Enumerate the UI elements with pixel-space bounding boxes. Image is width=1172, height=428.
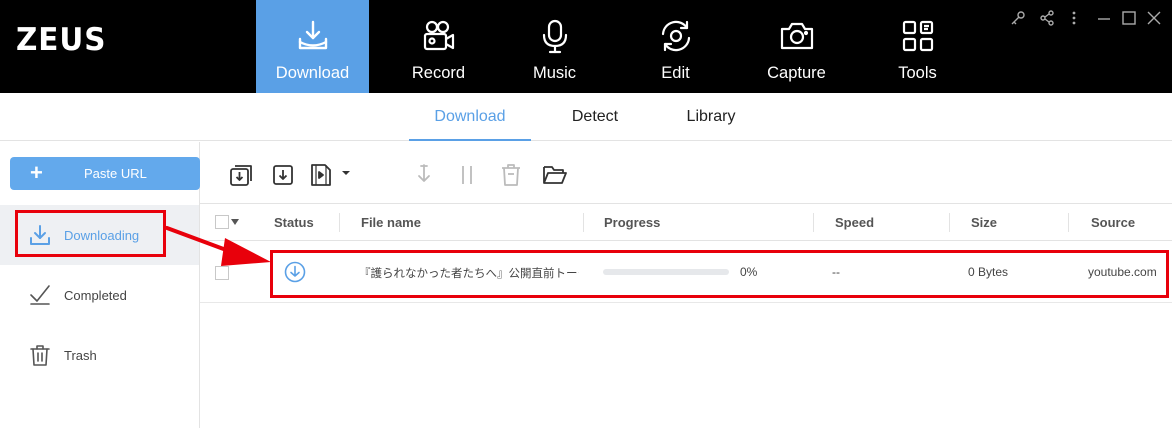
downloading-status-icon: [284, 261, 306, 283]
nav-tab-label: Capture: [767, 64, 826, 82]
progress-bar: [603, 269, 729, 275]
sidebar-item-trash[interactable]: Trash: [0, 325, 199, 385]
progress-percent: 0%: [740, 265, 758, 279]
resume-button[interactable]: [411, 162, 437, 188]
refresh-edit-icon: [661, 20, 690, 52]
size-cell: 0 Bytes: [968, 265, 1009, 279]
download-tray-icon: [298, 20, 327, 50]
share-icon: [1040, 10, 1054, 26]
maximize-button[interactable]: [1121, 10, 1137, 26]
nav-tab-tools[interactable]: Tools: [861, 0, 974, 93]
speed-cell: --: [832, 265, 840, 279]
sidebar-item-completed[interactable]: Completed: [0, 265, 199, 325]
table-header: Status File name Progress Speed Size Sou…: [200, 204, 1172, 241]
maximize-icon: [1122, 11, 1136, 25]
paste-url-button[interactable]: + Paste URL: [10, 157, 200, 190]
folder-open-icon: [543, 166, 567, 184]
nav-tab-label: Tools: [898, 64, 937, 82]
download-icon: [30, 225, 50, 245]
top-bar: ZEUS Download Record Music Edit Capture …: [0, 0, 1172, 93]
nav-tab-record[interactable]: Record: [382, 0, 495, 93]
column-divider: [1068, 213, 1069, 232]
delete-button[interactable]: [498, 162, 524, 188]
nav-tab-edit[interactable]: Edit: [619, 0, 732, 93]
download-all-button[interactable]: [228, 162, 254, 188]
column-divider: [813, 213, 814, 232]
download-box-icon: [273, 165, 293, 185]
source-cell: youtube.com: [1088, 265, 1157, 279]
paste-url-label: Paste URL: [84, 166, 147, 181]
nav-tab-label: Download: [275, 64, 350, 82]
microphone-icon: [542, 19, 567, 54]
column-divider: [949, 213, 950, 232]
table-row[interactable]: 『護られなかった者たちへ』公開直前トークイ... 0% -- 0 Bytes y…: [200, 241, 1172, 303]
trash-icon: [30, 345, 50, 366]
column-header-file-name[interactable]: File name: [361, 215, 421, 230]
tools-grid-icon: [902, 20, 933, 52]
nav-tab-capture[interactable]: Capture: [740, 0, 853, 93]
close-icon: [1147, 11, 1161, 25]
column-divider: [339, 213, 340, 232]
download-button[interactable]: [270, 162, 296, 188]
nav-tab-label: Record: [411, 64, 466, 82]
subtab-download[interactable]: Download: [409, 93, 531, 141]
pause-button[interactable]: [454, 162, 480, 188]
sidebar-item-label: Downloading: [64, 228, 140, 243]
nav-tab-music[interactable]: Music: [498, 0, 611, 93]
key-icon: [1011, 11, 1025, 25]
sidebar-item-label: Trash: [64, 348, 97, 363]
more-icon: [1072, 11, 1076, 25]
minimize-button[interactable]: [1096, 10, 1112, 26]
subtab-library[interactable]: Library: [671, 93, 751, 141]
annotation-arrow-icon: [165, 226, 271, 266]
download-all-icon: [230, 165, 252, 186]
trash-icon: [502, 164, 520, 186]
video-format-button[interactable]: [308, 162, 352, 188]
sidebar-item-label: Completed: [64, 288, 127, 303]
sidebar: + Paste URL Downloading Completed Trash: [0, 142, 200, 428]
close-button[interactable]: [1146, 10, 1162, 26]
nav-tab-download[interactable]: Download: [256, 0, 369, 93]
video-camera-icon: [423, 20, 454, 51]
share-button[interactable]: [1039, 10, 1055, 26]
nav-tab-label: Edit: [661, 64, 690, 82]
subtab-detect[interactable]: Detect: [555, 93, 635, 141]
file-name-cell: 『護られなかった者たちへ』公開直前トークイ...: [359, 268, 579, 280]
checkmark-icon: [30, 285, 50, 305]
column-header-source[interactable]: Source: [1091, 215, 1135, 230]
column-header-size[interactable]: Size: [971, 215, 997, 230]
resume-download-icon: [418, 164, 430, 182]
sub-tab-bar: Download Detect Library: [0, 93, 1172, 141]
key-button[interactable]: [1010, 10, 1026, 26]
pause-icon: [462, 166, 472, 184]
plus-icon: +: [30, 160, 43, 185]
minimize-icon: [1098, 18, 1110, 20]
column-header-speed[interactable]: Speed: [835, 215, 874, 230]
toolbar: [200, 142, 1172, 204]
nav-tab-label: Music: [532, 64, 577, 82]
column-header-status[interactable]: Status: [274, 215, 314, 230]
app-logo: ZEUS: [16, 22, 107, 58]
camera-icon: [780, 22, 813, 50]
open-folder-button[interactable]: [542, 162, 568, 188]
video-file-icon: [311, 164, 350, 186]
column-divider: [583, 213, 584, 232]
more-button[interactable]: [1066, 10, 1082, 26]
column-header-progress[interactable]: Progress: [604, 215, 660, 230]
